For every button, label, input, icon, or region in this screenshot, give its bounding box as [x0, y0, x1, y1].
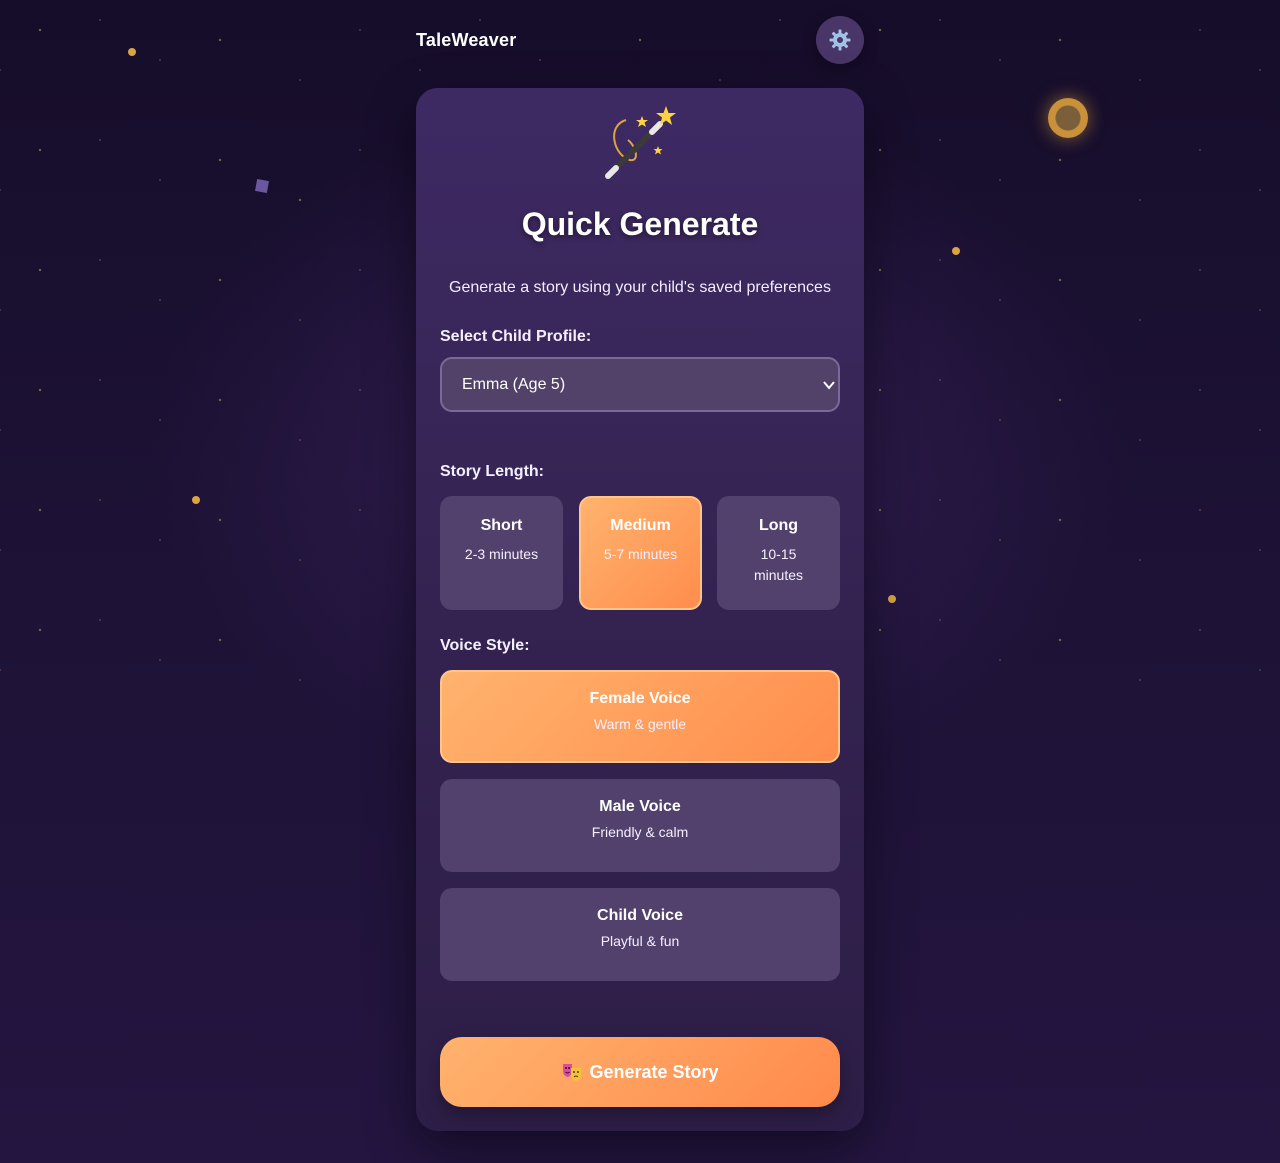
voice-option-description: Warm & gentle — [593, 716, 687, 732]
child-profile-select[interactable]: Emma (Age 5) — [440, 357, 840, 412]
voice-option-description: Playful & fun — [600, 933, 680, 949]
theater-masks-icon — [563, 1064, 582, 1081]
generate-story-button[interactable]: Generate Story — [440, 1037, 840, 1107]
generate-story-label: Generate Story — [589, 1061, 719, 1082]
magic-wand-icon — [605, 106, 676, 179]
voice-option-male[interactable]: Male Voice Friendly & calm — [440, 779, 840, 872]
length-option-duration: 2-3 minutes — [464, 546, 539, 562]
voice-style-label: Voice Style: — [440, 637, 530, 654]
length-option-short[interactable]: Short 2-3 minutes — [440, 496, 563, 610]
length-option-medium[interactable]: Medium 5-7 minutes — [579, 496, 702, 610]
length-option-duration: 10-15 minutes — [753, 546, 804, 583]
voice-option-female[interactable]: Female Voice Warm & gentle — [440, 670, 840, 763]
page-title: Quick Generate — [521, 206, 759, 242]
story-length-label: Story Length: — [440, 463, 544, 480]
gear-icon — [829, 29, 851, 51]
story-length-options: Short 2-3 minutes Medium 5-7 minutes Lon… — [440, 496, 840, 610]
voice-option-title: Male Voice — [599, 798, 681, 815]
length-option-title: Short — [480, 517, 523, 534]
length-option-title: Medium — [610, 517, 671, 534]
child-profile-value: Emma (Age 5) — [462, 375, 566, 393]
app-header: TaleWeaver — [416, 16, 864, 64]
length-option-duration: 5-7 minutes — [603, 546, 678, 562]
voice-option-description: Friendly & calm — [591, 824, 689, 840]
quick-generate-card: Quick Generate Generate a story using yo… — [416, 88, 864, 1131]
length-option-long[interactable]: Long 10-15 minutes — [717, 496, 840, 610]
length-option-title: Long — [758, 517, 799, 534]
voice-option-title: Female Voice — [589, 690, 691, 707]
settings-button[interactable] — [816, 16, 864, 64]
voice-option-title: Child Voice — [597, 907, 683, 924]
page-subtitle: Generate a story using your child's save… — [449, 279, 831, 296]
child-profile-label: Select Child Profile: — [440, 328, 592, 345]
brand-title: TaleWeaver — [416, 29, 517, 50]
chevron-down-icon — [823, 381, 835, 390]
voice-option-child[interactable]: Child Voice Playful & fun — [440, 888, 840, 981]
moon-decoration — [1048, 98, 1088, 138]
